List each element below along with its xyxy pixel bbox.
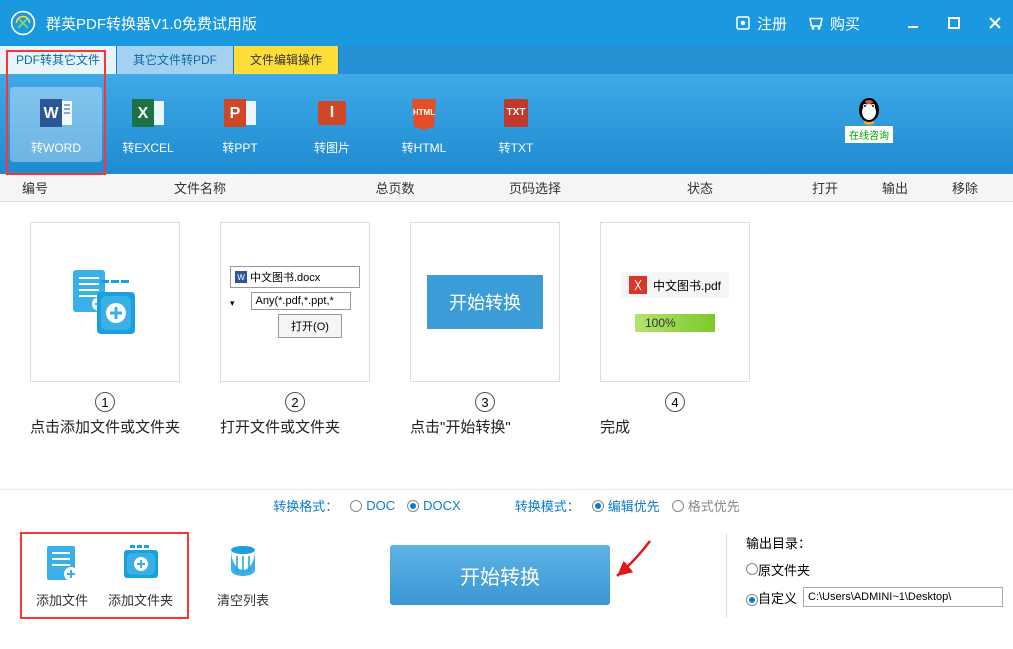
file-list-headers: 编号 文件名称 总页数 页码选择 状态 打开 输出 移除: [0, 174, 1013, 202]
file-dialog-illustration: W中文图书.docx ▾Any(*.pdf,*.ppt,* 打开(O): [230, 266, 360, 338]
radio-edit-first[interactable]: 编辑优先: [592, 496, 660, 515]
add-file-button[interactable]: 添加文件: [36, 542, 88, 609]
header-pages: 总页数: [330, 178, 460, 197]
radio-source-folder[interactable]: 原文件夹: [746, 560, 810, 579]
header-open: 打开: [790, 178, 860, 197]
footer-bar: 添加文件 添加文件夹 清空列表 开始转换 输出目录： 原文件夹 自定义: [0, 521, 1013, 629]
progress-bar: 100%: [635, 314, 715, 332]
qq-support-button[interactable]: 在线咨询: [845, 92, 893, 143]
maximize-button[interactable]: [946, 15, 962, 31]
header-pagesel: 页码选择: [460, 178, 610, 197]
step-number: 4: [665, 392, 685, 412]
header-remove: 移除: [930, 178, 1000, 197]
titlebar: 群英PDF转换器V1.0免费试用版 注册 购买: [0, 0, 1013, 46]
tool-to-excel[interactable]: X 转EXCEL: [102, 87, 194, 162]
buy-button[interactable]: 购买: [807, 13, 860, 34]
html-icon: HTML: [404, 93, 444, 133]
app-title: 群英PDF转换器V1.0免费试用版: [46, 13, 734, 34]
radio-docx[interactable]: DOCX: [407, 498, 461, 513]
output-dir-label: 输出目录：: [746, 533, 1003, 552]
cart-icon: [807, 14, 825, 32]
step-number: 1: [95, 392, 115, 412]
svg-text:W: W: [237, 273, 245, 282]
txt-icon: TXT: [496, 93, 536, 133]
tool-to-txt[interactable]: TXT 转TXT: [470, 87, 562, 162]
steps-guide: 1 点击添加文件或文件夹 W中文图书.docx ▾Any(*.pdf,*.ppt…: [0, 202, 1013, 489]
step-label: 点击"开始转换": [410, 416, 560, 440]
convert-button-illustration: 开始转换: [427, 275, 543, 329]
svg-text:P: P: [230, 105, 241, 122]
tool-to-word[interactable]: W 转WORD: [10, 87, 102, 162]
tool-to-ppt[interactable]: P 转PPT: [194, 87, 286, 162]
excel-icon: X: [128, 93, 168, 133]
radio-format-first[interactable]: 格式优先: [672, 496, 740, 515]
step-label: 完成: [600, 416, 750, 440]
tool-to-html[interactable]: HTML 转HTML: [378, 87, 470, 162]
radio-doc[interactable]: DOC: [350, 498, 395, 513]
close-button[interactable]: [987, 15, 1003, 31]
add-folder-icon: [120, 542, 162, 584]
step-4: 中文图书.pdf 100% 4 完成: [600, 222, 750, 469]
register-button[interactable]: 注册: [734, 13, 787, 34]
step-1: 1 点击添加文件或文件夹: [30, 222, 180, 469]
conversion-toolbar: W 转WORD X 转EXCEL P 转PPT I 转图片 HTML 转HTML…: [0, 74, 1013, 174]
svg-text:W: W: [43, 105, 59, 122]
header-seq: 编号: [0, 178, 70, 197]
step-number: 3: [475, 392, 495, 412]
format-label: 转换格式：: [273, 496, 338, 515]
step-number: 2: [285, 392, 305, 412]
start-convert-button[interactable]: 开始转换: [390, 545, 610, 605]
header-status: 状态: [610, 178, 790, 197]
svg-text:X: X: [138, 105, 149, 122]
word-doc-icon: W: [235, 271, 247, 283]
word-icon: W: [36, 93, 76, 133]
add-file-icon: [41, 542, 83, 584]
step-2: W中文图书.docx ▾Any(*.pdf,*.ppt,* 打开(O) 2 打开…: [220, 222, 370, 469]
radio-custom-folder[interactable]: 自定义: [746, 588, 797, 607]
tab-other-to-pdf[interactable]: 其它文件转PDF: [117, 46, 234, 74]
add-folder-button[interactable]: 添加文件夹: [108, 542, 173, 609]
arrow-annotation-icon: [605, 536, 655, 586]
output-path-input[interactable]: [803, 587, 1003, 607]
qq-icon: [852, 92, 886, 126]
header-output: 输出: [860, 178, 930, 197]
main-tabs: PDF转其它文件 其它文件转PDF 文件编辑操作: [0, 46, 1013, 74]
step-3: 开始转换 3 点击"开始转换": [410, 222, 560, 469]
tool-to-image[interactable]: I 转图片: [286, 87, 378, 162]
app-logo-icon: [10, 10, 36, 36]
tab-file-edit[interactable]: 文件编辑操作: [234, 46, 339, 74]
open-button-illustration: 打开(O): [278, 314, 342, 338]
tab-pdf-to-other[interactable]: PDF转其它文件: [0, 46, 117, 74]
add-actions-group: 添加文件 添加文件夹: [20, 532, 189, 619]
mode-label: 转换模式：: [515, 496, 580, 515]
step-label: 点击添加文件或文件夹: [30, 416, 180, 440]
image-icon: I: [312, 93, 352, 133]
trash-icon: [222, 542, 264, 584]
output-options: 输出目录： 原文件夹 自定义: [746, 533, 1003, 615]
svg-text:HTML: HTML: [413, 108, 435, 117]
dropdown-arrow-icon: ▾: [230, 298, 235, 309]
register-icon: [734, 14, 752, 32]
svg-text:I: I: [330, 104, 334, 121]
svg-text:TXT: TXT: [507, 107, 526, 118]
step-label: 打开文件或文件夹: [220, 416, 370, 440]
header-name: 文件名称: [70, 178, 330, 197]
add-file-illustration-icon: [65, 260, 145, 345]
conversion-options: 转换格式： DOC DOCX 转换模式： 编辑优先 格式优先: [0, 489, 1013, 521]
ppt-icon: P: [220, 93, 260, 133]
clear-list-button[interactable]: 清空列表: [217, 542, 269, 609]
minimize-button[interactable]: [905, 15, 921, 31]
pdf-icon: [629, 276, 647, 294]
